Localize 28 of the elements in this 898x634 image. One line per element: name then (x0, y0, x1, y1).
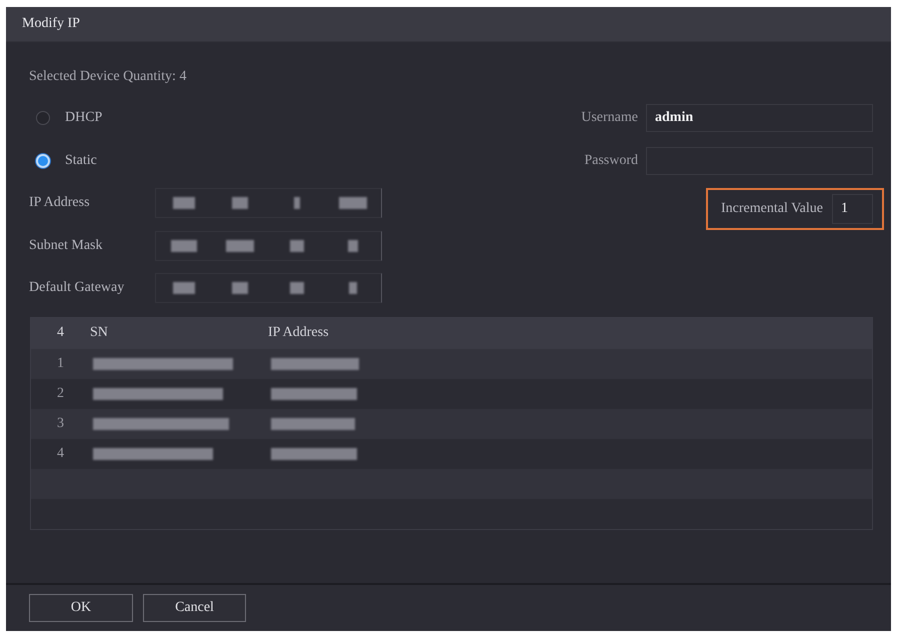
field-label: Password (584, 152, 638, 169)
field-label: Default Gateway (29, 280, 126, 296)
ip-input-field[interactable] (155, 230, 382, 261)
device-quantity-text: Selected Device Quantity: 4 (29, 69, 186, 85)
table-row[interactable]: 1 (31, 348, 872, 378)
ip-input-field[interactable] (155, 273, 382, 304)
text-field[interactable]: admin (646, 104, 873, 132)
table-row[interactable]: 2 (31, 378, 872, 408)
table-cell-text: 1 (56, 356, 65, 372)
cancel-button[interactable]: Cancel (143, 594, 246, 622)
table-cell-text: 4 (56, 446, 65, 462)
column-header[interactable]: 4 (31, 325, 90, 341)
window-title: Modify IP (22, 16, 80, 32)
table-cell-text: 2 (56, 386, 65, 402)
radio-option[interactable]: DHCP (29, 110, 102, 126)
column-header[interactable]: SN (90, 325, 268, 341)
field-label: Incremental Value (721, 201, 823, 217)
field-label: Subnet Mask (29, 238, 104, 254)
ok-button[interactable]: OK (29, 594, 133, 622)
field-label: IP Address (29, 195, 91, 212)
table-row[interactable]: 4 (31, 438, 872, 468)
table-cell-text: 3 (56, 416, 65, 432)
column-header[interactable]: IP Address (268, 325, 872, 341)
field-label: Username (581, 110, 638, 126)
table-row[interactable]: 3 (31, 408, 872, 438)
number-field[interactable]: 1 (832, 194, 873, 224)
ip-input-field[interactable] (155, 188, 382, 218)
radio-option[interactable]: Static (29, 152, 97, 169)
